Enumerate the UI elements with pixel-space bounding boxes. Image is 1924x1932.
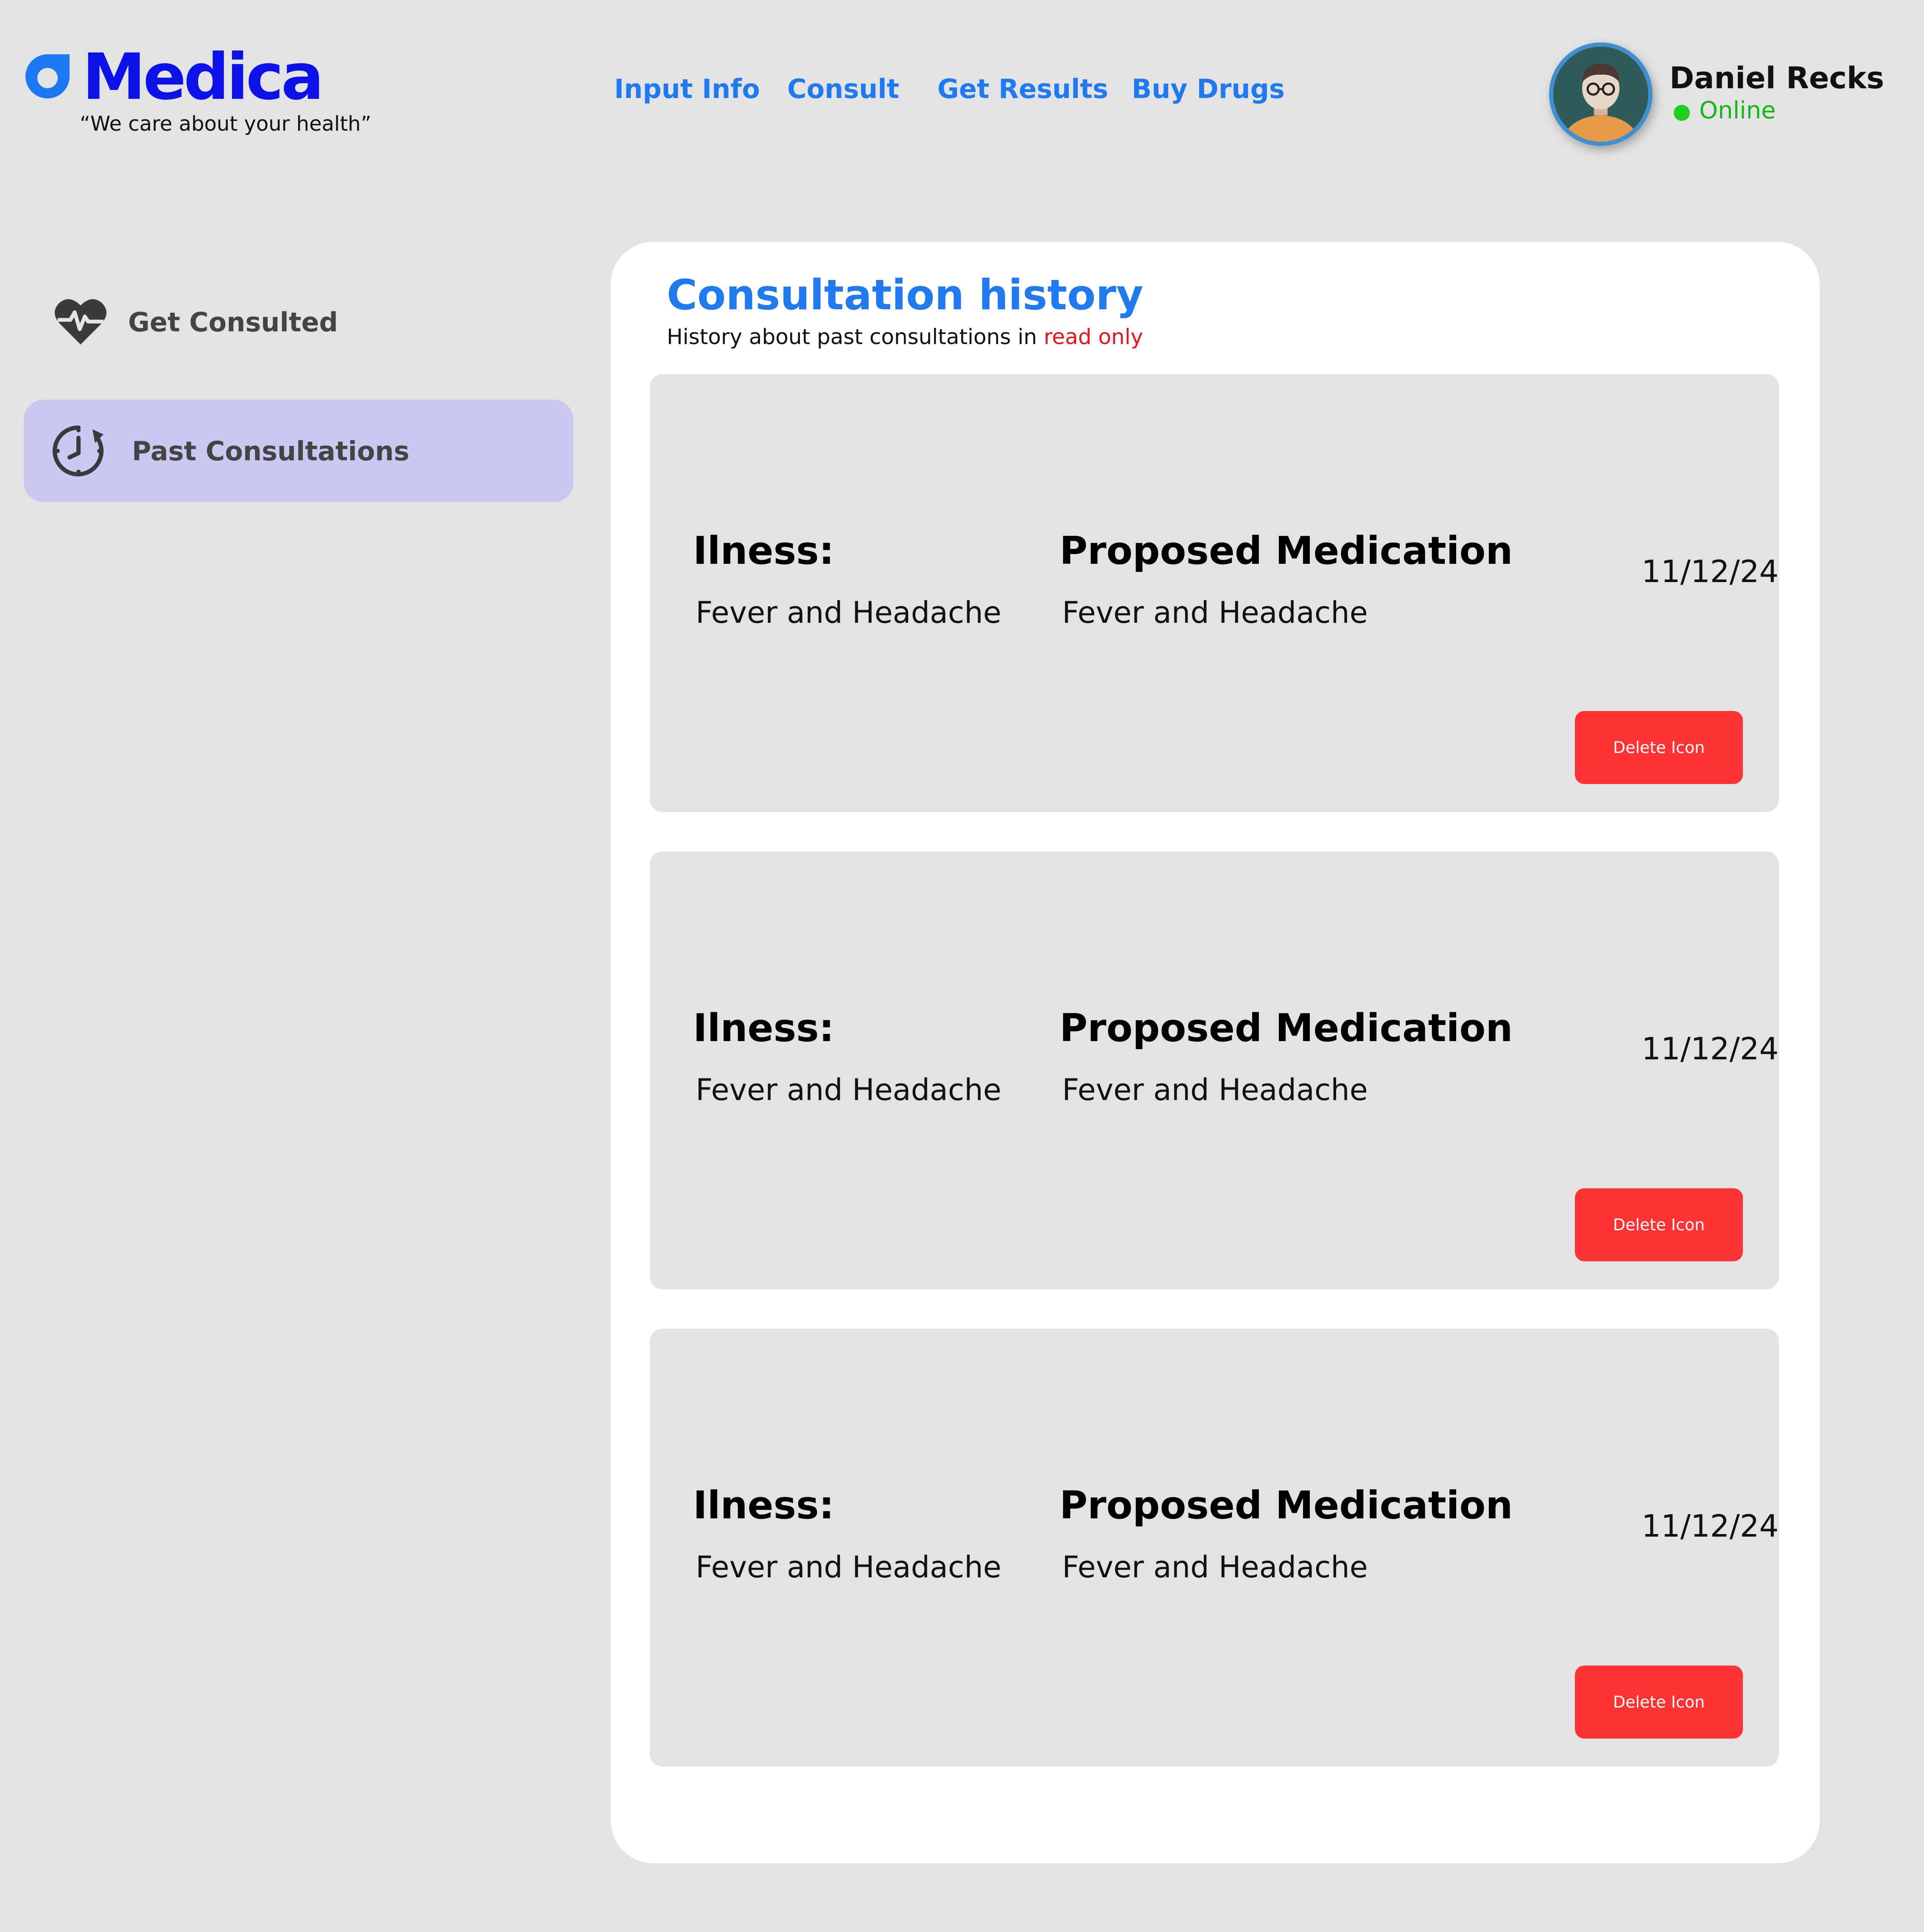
page-title: Consultation history (667, 271, 1144, 319)
read-only-label: read only (1043, 325, 1143, 349)
consultation-card: Ilness: Proposed Medication Fever and He… (650, 1329, 1779, 1767)
brand-tagline: “We care about your health” (80, 112, 372, 136)
user-name: Daniel Recks (1670, 61, 1885, 95)
heart-pulse-icon (53, 295, 108, 348)
nav-get-results[interactable]: Get Results (937, 73, 1108, 105)
consultation-card: Ilness: Proposed Medication Fever and He… (650, 851, 1779, 1289)
medication-label: Proposed Medication (1060, 1006, 1513, 1050)
subtitle-text: History about past consultations in (667, 325, 1044, 349)
avatar-icon (1553, 47, 1648, 142)
user-status: Online (1699, 97, 1776, 124)
consultation-card: Ilness: Proposed Medication Fever and He… (650, 374, 1779, 812)
logo-icon (22, 51, 73, 102)
sidebar-item-past-consultations[interactable]: Past Consultations (24, 400, 573, 502)
sidebar-item-label: Past Consultations (132, 436, 410, 467)
delete-button[interactable]: Delete Icon (1575, 711, 1743, 784)
medication-value: Fever and Headache (1062, 1072, 1368, 1107)
medication-value: Fever and Headache (1062, 595, 1368, 630)
consultation-history-panel: Consultation history History about past … (611, 242, 1820, 1863)
nav-input-info[interactable]: Input Info (614, 73, 760, 105)
delete-button[interactable]: Delete Icon (1575, 1666, 1743, 1739)
illness-label: Ilness: (693, 1483, 834, 1528)
page-subtitle: History about past consultations in read… (667, 323, 1143, 350)
illness-label: Ilness: (693, 1006, 834, 1050)
consultation-date: 11/12/24 (1642, 554, 1779, 589)
consultation-date: 11/12/24 (1642, 1508, 1779, 1544)
illness-value: Fever and Headache (696, 1072, 1001, 1107)
illness-value: Fever and Headache (696, 595, 1001, 630)
medication-label: Proposed Medication (1060, 1483, 1513, 1528)
delete-button[interactable]: Delete Icon (1575, 1188, 1743, 1261)
illness-label: Ilness: (693, 529, 834, 573)
nav-buy-drugs[interactable]: Buy Drugs (1132, 73, 1285, 105)
avatar[interactable] (1549, 42, 1653, 146)
nav-consult[interactable]: Consult (787, 73, 899, 105)
consultation-date: 11/12/24 (1642, 1031, 1779, 1067)
brand-name[interactable]: Medica (82, 39, 324, 115)
clock-history-icon (51, 423, 106, 480)
medication-label: Proposed Medication (1060, 529, 1513, 573)
illness-value: Fever and Headache (696, 1550, 1001, 1585)
sidebar-item-label: Get Consulted (128, 307, 338, 338)
online-status-dot (1674, 105, 1690, 121)
sidebar-item-get-consulted[interactable]: Get Consulted (24, 272, 573, 374)
medication-value: Fever and Headache (1062, 1550, 1368, 1585)
